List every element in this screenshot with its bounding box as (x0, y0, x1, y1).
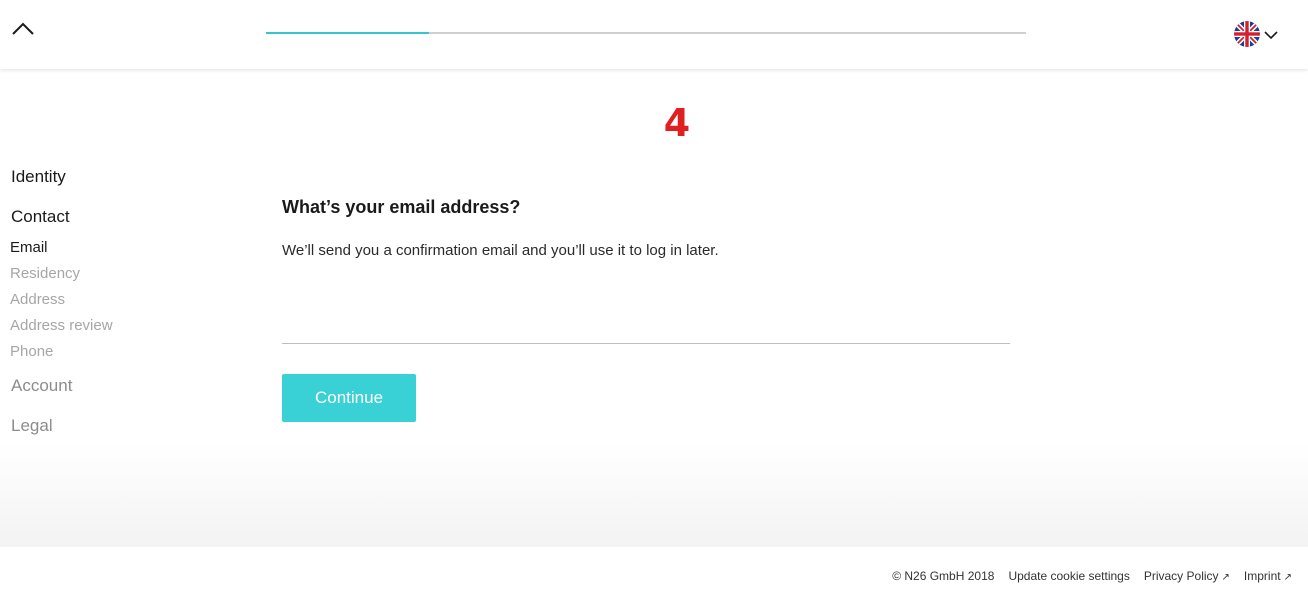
external-link-icon: ↗ (1221, 572, 1230, 583)
footer-links: © N26 GmbH 2018 Update cookie settings P… (878, 569, 1292, 583)
external-link-icon: ↗ (1283, 572, 1292, 583)
sidebar-item-phone[interactable]: Phone (10, 343, 53, 361)
collapse-button[interactable] (10, 18, 36, 40)
continue-button[interactable]: Continue (282, 374, 416, 422)
sidebar-section-legal[interactable]: Legal (11, 416, 53, 436)
uk-flag-icon (1234, 21, 1260, 47)
sidebar-item-email[interactable]: Email (10, 239, 48, 257)
sidebar-section-contact[interactable]: Contact (11, 207, 70, 227)
footer: © N26 GmbH 2018 Update cookie settings P… (0, 547, 1308, 602)
sidebar-section-identity[interactable]: Identity (11, 167, 66, 187)
imprint-label: Imprint (1243, 569, 1281, 583)
copyright-text: © N26 GmbH 2018 (892, 569, 995, 583)
page-title: What’s your email address? (282, 197, 521, 217)
cookie-settings-link[interactable]: Update cookie settings (1008, 569, 1129, 583)
sidebar-item-residency[interactable]: Residency (10, 265, 80, 283)
chevron-up-icon (12, 22, 34, 35)
privacy-policy-label: Privacy Policy (1143, 569, 1219, 583)
step-number-annotation: 4 (663, 101, 691, 145)
privacy-policy-link[interactable]: Privacy Policy ↗ (1144, 569, 1230, 583)
sidebar-item-address-review[interactable]: Address review (10, 317, 113, 335)
progress-bar (266, 32, 1026, 34)
language-switcher[interactable] (1234, 20, 1282, 48)
top-bar (0, 0, 1308, 69)
imprint-link[interactable]: Imprint ↗ (1244, 569, 1292, 583)
sidebar-item-address[interactable]: Address (10, 291, 65, 309)
email-hint-text: We’ll send you a confirmation email and … (282, 242, 719, 259)
email-field[interactable] (282, 306, 1010, 344)
chevron-down-icon (1264, 30, 1278, 39)
progress-bar-fill (266, 32, 430, 34)
sidebar-section-account[interactable]: Account (11, 376, 72, 396)
